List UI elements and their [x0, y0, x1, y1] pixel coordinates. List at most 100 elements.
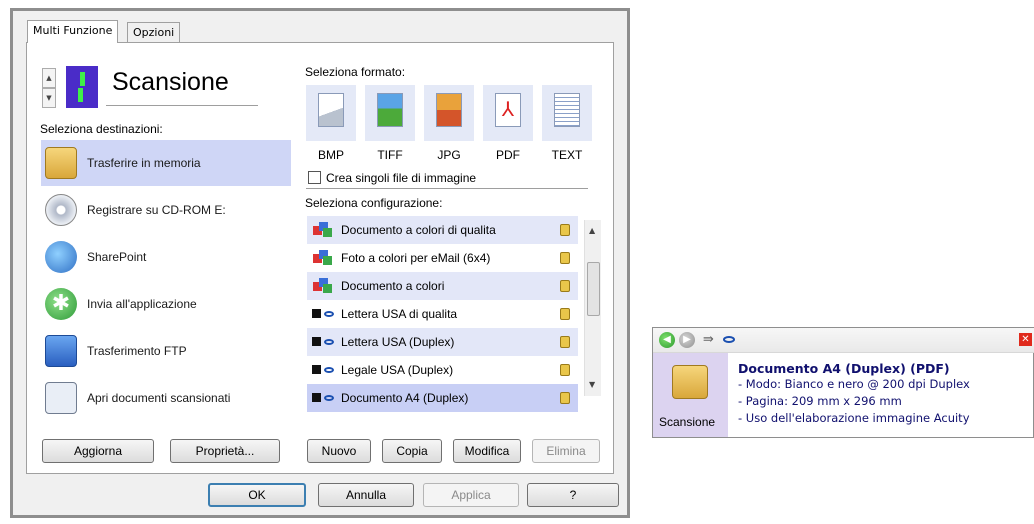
config-item-label: Lettera USA di qualita [341, 307, 458, 321]
bw-eye-icon [311, 362, 335, 378]
close-icon[interactable]: ✕ [1019, 333, 1032, 346]
lock-icon [560, 280, 570, 292]
widget-mode: - Modo: Bianco e nero @ 200 dpi Duplex [738, 377, 970, 391]
tab-multi-funzione[interactable]: Multi Funzione [27, 20, 119, 43]
destination-sharepoint[interactable]: SharePoint [41, 234, 291, 280]
color-blocks-icon [311, 278, 335, 294]
divider [306, 188, 588, 189]
spin-down-button[interactable]: ▼ [42, 88, 56, 108]
destinations-label: Seleziona destinazioni: [40, 122, 163, 136]
scrollbar-thumb[interactable] [587, 262, 600, 316]
properties-button[interactable]: Proprietà... [170, 439, 280, 463]
widget-title: Documento A4 (Duplex) (PDF) [738, 361, 950, 376]
folder-icon [45, 147, 77, 179]
single-file-checkbox[interactable] [308, 171, 321, 184]
destination-open-scans[interactable]: Apri documenti scansionati [41, 375, 291, 421]
config-scrollbar[interactable]: ▲ ▼ [584, 220, 601, 396]
scanner-icon: ⇛ [703, 332, 714, 347]
format-bmp[interactable] [306, 85, 356, 141]
widget-page: - Pagina: 209 mm x 296 mm [738, 394, 902, 408]
lock-icon [560, 336, 570, 348]
cancel-button[interactable]: Annulla [318, 483, 414, 507]
format-label-jpg: JPG [437, 148, 461, 162]
document-icon [45, 382, 77, 414]
bw-eye-icon [311, 306, 335, 322]
format-label-bmp: BMP [317, 148, 344, 162]
format-text[interactable] [542, 85, 592, 141]
format-label: Seleziona formato: [305, 65, 406, 79]
config-item[interactable]: Lettera USA (Duplex) [307, 328, 578, 356]
config-item[interactable]: Lettera USA di qualita [307, 300, 578, 328]
lock-icon [560, 308, 570, 320]
sharepoint-icon [45, 241, 77, 273]
format-label-tiff: TIFF [377, 148, 403, 162]
bw-eye-icon [311, 390, 335, 406]
destination-cdrom[interactable]: Registrare su CD-ROM E: [41, 187, 291, 233]
format-label-text: TEXT [551, 148, 583, 162]
lock-icon [560, 224, 570, 236]
new-button[interactable]: Nuovo [307, 439, 371, 463]
text-file-icon [554, 93, 580, 127]
lock-icon [560, 392, 570, 404]
lcd-number-icon [66, 66, 98, 108]
destination-ftp[interactable]: Trasferimento FTP [41, 328, 291, 374]
pdf-file-icon: ⅄ [495, 93, 521, 127]
bw-eye-icon [311, 334, 335, 350]
destination-label: Trasferire in memoria [87, 156, 201, 170]
folder-icon [672, 365, 708, 399]
config-item-label: Documento A4 (Duplex) [341, 391, 469, 405]
format-pdf[interactable]: ⅄ [483, 85, 533, 141]
widget-toolbar: ◀ ▶ ⇛ ✕ [653, 328, 1034, 353]
destination-label: Trasferimento FTP [87, 344, 187, 358]
config-item-label: Documento a colori [341, 279, 445, 293]
config-label: Seleziona configurazione: [305, 196, 443, 210]
color-blocks-icon [311, 222, 335, 238]
config-item-label: Documento a colori di qualita [341, 223, 496, 237]
destination-label: SharePoint [87, 250, 147, 264]
spin-up-button[interactable]: ▲ [42, 68, 56, 88]
forward-arrow-icon[interactable]: ▶ [679, 332, 695, 348]
widget-destination-panel: Scansione [653, 353, 728, 437]
destination-application[interactable]: ✱ Invia all'applicazione [41, 281, 291, 327]
tiff-file-icon [377, 93, 403, 127]
config-item-label: Legale USA (Duplex) [341, 363, 454, 377]
apply-button[interactable]: Applica [423, 483, 519, 507]
copy-button[interactable]: Copia [382, 439, 442, 463]
cd-icon [45, 194, 77, 226]
destination-label: Registrare su CD-ROM E: [87, 203, 226, 217]
format-jpg[interactable] [424, 85, 474, 141]
format-tiff[interactable] [365, 85, 415, 141]
config-item-selected[interactable]: Documento A4 (Duplex) [307, 384, 578, 412]
delete-button[interactable]: Elimina [532, 439, 600, 463]
color-blocks-icon [311, 250, 335, 266]
config-item[interactable]: Documento a colori [307, 272, 578, 300]
eye-icon [723, 336, 735, 343]
format-label-pdf: PDF [496, 148, 520, 162]
scroll-down-arrow-icon[interactable]: ▼ [589, 380, 595, 389]
page-title: Scansione [112, 68, 229, 96]
destination-memory[interactable]: Trasferire in memoria [41, 140, 291, 186]
config-item[interactable]: Foto a colori per eMail (6x4) [307, 244, 578, 272]
destination-label: Invia all'applicazione [87, 297, 197, 311]
config-item-label: Lettera USA (Duplex) [341, 335, 455, 349]
ftp-icon [45, 335, 77, 367]
lock-icon [560, 364, 570, 376]
config-item[interactable]: Documento a colori di qualita [307, 216, 578, 244]
widget-scan-label: Scansione [659, 415, 716, 429]
scroll-up-arrow-icon[interactable]: ▲ [589, 226, 595, 235]
back-arrow-icon[interactable]: ◀ [659, 332, 675, 348]
title-underline [106, 105, 258, 106]
jpg-file-icon [436, 93, 462, 127]
help-button[interactable]: ? [527, 483, 619, 507]
tab-opzioni[interactable]: Opzioni [127, 22, 181, 42]
bmp-file-icon [318, 93, 344, 127]
widget-processing: - Uso dell'elaborazione immagine Acuity [738, 411, 970, 425]
config-item[interactable]: Legale USA (Duplex) [307, 356, 578, 384]
single-file-label: Crea singoli file di immagine [326, 171, 477, 185]
config-item-label: Foto a colori per eMail (6x4) [341, 251, 491, 265]
edit-button[interactable]: Modifica [453, 439, 521, 463]
refresh-button[interactable]: Aggiorna [42, 439, 154, 463]
asterisk-icon: ✱ [45, 288, 77, 320]
ok-button[interactable]: OK [208, 483, 306, 507]
destination-label: Apri documenti scansionati [87, 391, 231, 405]
